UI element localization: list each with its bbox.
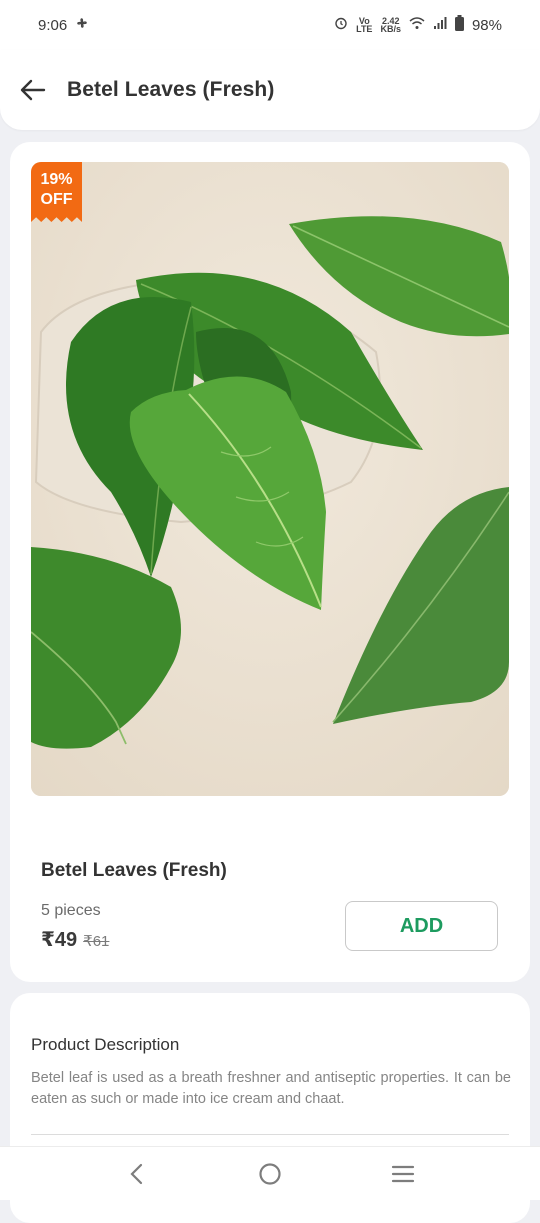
mrp-price: ₹61 <box>83 933 110 950</box>
chevron-left-icon <box>130 1163 142 1184</box>
battery-icon <box>454 15 464 35</box>
nav-back-button[interactable] <box>117 1154 157 1194</box>
network-speed: 2.42 KB/s <box>380 17 401 34</box>
discount-badge: 19% OFF <box>31 162 82 222</box>
add-to-cart-button[interactable]: ADD <box>345 901 498 951</box>
wifi-icon <box>409 16 425 34</box>
app-header: Betel Leaves (Fresh) <box>0 50 540 130</box>
circle-home-icon <box>259 1162 281 1185</box>
product-quantity: 5 pieces <box>41 902 101 919</box>
fan-icon <box>75 16 89 34</box>
status-bar: 9:06 Vo LTE 2.42 KB/s 98% <box>0 0 540 50</box>
battery-percent: 98% <box>471 16 502 34</box>
page-title: Betel Leaves (Fresh) <box>67 78 275 101</box>
discount-percent: 19% <box>40 171 73 188</box>
nav-menu-button[interactable] <box>383 1154 423 1194</box>
status-time: 9:06 <box>38 16 68 34</box>
arrow-left-icon <box>20 79 46 101</box>
price-row: ₹49 ₹61 <box>41 927 109 952</box>
discount-off-label: OFF <box>40 191 73 208</box>
product-card: 19% OFF Betel Leaves (Fresh) 5 pieces ₹4… <box>10 142 530 982</box>
system-nav-bar <box>0 1146 540 1200</box>
description-title: Product Description <box>31 1035 180 1054</box>
volte-bottom-text: LTE <box>356 24 373 34</box>
hamburger-menu-icon <box>392 1165 415 1182</box>
speed-unit: KB/s <box>380 24 401 34</box>
description-text: Betel leaf is used as a breath freshner … <box>31 1070 511 1107</box>
selling-price: ₹49 <box>41 929 78 951</box>
volte-indicator: Vo LTE <box>356 17 373 34</box>
signal-icon <box>433 16 447 34</box>
nav-home-button[interactable] <box>250 1154 290 1194</box>
product-image: 19% OFF <box>31 162 509 796</box>
product-name: Betel Leaves (Fresh) <box>41 860 227 881</box>
divider <box>31 1134 509 1135</box>
back-button[interactable] <box>18 75 48 105</box>
alarm-icon <box>334 16 348 34</box>
